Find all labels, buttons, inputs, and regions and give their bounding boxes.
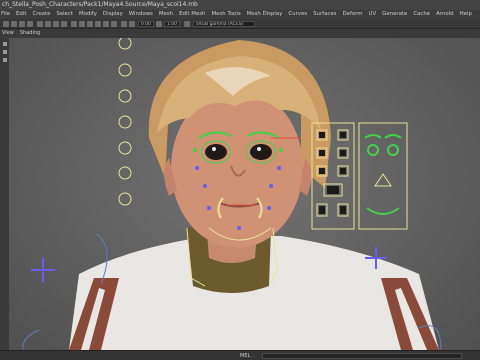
3d-viewport[interactable] [9, 38, 480, 350]
face-panel-brow-icon[interactable] [364, 134, 402, 139]
exposure-field[interactable]: 0.00 [138, 21, 154, 27]
grid-icon[interactable] [37, 21, 43, 27]
menu-edit[interactable]: Edit [16, 10, 26, 19]
gamma-icon[interactable] [156, 21, 162, 27]
menu-surfaces[interactable]: Surfaces [313, 10, 336, 19]
command-language-label[interactable]: MEL [240, 352, 250, 360]
menubar: File Edit Create Select Modify Display W… [0, 10, 480, 19]
menu-mesh-tools[interactable]: Mesh Tools [211, 10, 240, 19]
menu-cache[interactable]: Cache [413, 10, 430, 19]
menu-deform[interactable]: Deform [342, 10, 362, 19]
gamma-field[interactable]: 1.00 [164, 21, 180, 27]
menu-select[interactable]: Select [56, 10, 73, 19]
face-panel-slider[interactable] [319, 150, 325, 156]
face-panel-slider[interactable] [319, 168, 325, 174]
face-panel-nose-icon[interactable] [374, 173, 392, 187]
control-circle[interactable] [118, 141, 132, 155]
menu-uv[interactable]: UV [369, 10, 377, 19]
face-control-dot[interactable] [277, 166, 281, 170]
face-control-panel-details [319, 132, 402, 214]
view-transform-field[interactable]: sRGB gamma (ACES) [193, 21, 255, 27]
smooth-shade-icon[interactable] [79, 21, 85, 27]
face-control-dot[interactable] [237, 226, 241, 230]
menu-modify[interactable]: Modify [79, 10, 97, 19]
face-control-dot[interactable] [269, 184, 273, 188]
wireframe-icon[interactable] [71, 21, 77, 27]
shadows-icon[interactable] [111, 21, 117, 27]
face-control-dot[interactable] [203, 184, 207, 188]
menu-create[interactable]: Create [32, 10, 50, 19]
resolution-gate-icon[interactable] [53, 21, 59, 27]
locator-left-icon[interactable] [31, 258, 55, 282]
control-circle[interactable] [118, 38, 132, 50]
eye-right [250, 144, 272, 160]
bookmark-icon[interactable] [19, 21, 25, 27]
panel-menu-view[interactable]: View [2, 29, 14, 38]
control-circle[interactable] [118, 89, 132, 103]
tool-sidebar [0, 38, 9, 350]
xray-icon[interactable] [121, 21, 127, 27]
film-gate-icon[interactable] [45, 21, 51, 27]
gate-mask-icon[interactable] [61, 21, 67, 27]
face-panel-slider[interactable] [340, 168, 346, 174]
menu-windows[interactable]: Windows [129, 10, 153, 19]
face-control-dot[interactable] [207, 206, 211, 210]
image-plane-icon[interactable] [27, 21, 33, 27]
control-circle[interactable] [118, 115, 132, 129]
face-control-dot[interactable] [279, 148, 283, 152]
eye-left [205, 144, 227, 160]
left-control-column [118, 38, 132, 206]
menu-file[interactable]: File [1, 10, 10, 19]
shoulder-control-curve[interactable] [22, 329, 40, 350]
color-management-icon[interactable] [184, 21, 190, 27]
select-camera-icon[interactable] [3, 21, 9, 27]
face-panel-eye-icon[interactable] [367, 144, 379, 156]
textured-icon[interactable] [95, 21, 101, 27]
menu-curves[interactable]: Curves [288, 10, 307, 19]
menu-edit-mesh[interactable]: Edit Mesh [179, 10, 205, 19]
face-panel-slider[interactable] [319, 132, 325, 138]
face-panel-slider[interactable] [319, 206, 325, 214]
face-control-dot[interactable] [267, 206, 271, 210]
menu-arnold[interactable]: Arnold [436, 10, 453, 19]
control-circle[interactable] [118, 63, 132, 77]
menu-display[interactable]: Display [103, 10, 123, 19]
control-circle[interactable] [118, 192, 132, 206]
eye-highlight [212, 147, 216, 151]
viewport-scene [22, 38, 442, 350]
face-panel-eye-icon[interactable] [387, 144, 399, 156]
control-circle[interactable] [118, 166, 132, 180]
face-panel-mouth-icon[interactable] [366, 207, 400, 215]
menu-mesh-display[interactable]: Mesh Display [247, 10, 283, 19]
lighting-icon[interactable] [103, 21, 109, 27]
panel-menu-shading[interactable]: Shading [20, 29, 40, 38]
select-tool-icon[interactable] [3, 42, 7, 46]
window-title: ch_Stella_Posh_Characters/Pack1/Maya4.So… [0, 0, 480, 10]
face-panel-slider[interactable] [327, 186, 339, 194]
face-control-dot[interactable] [193, 148, 197, 152]
command-line: MEL [0, 350, 480, 360]
panel-menubar: View Shading [0, 29, 480, 38]
face-panel-slider[interactable] [340, 132, 346, 138]
face-panel-slider[interactable] [340, 206, 346, 214]
camera-attributes-icon[interactable] [11, 21, 17, 27]
isolate-icon[interactable] [129, 21, 135, 27]
face-panel-slider[interactable] [340, 150, 346, 156]
panel-toolbar: 0.00 1.00 sRGB gamma (ACES) [0, 19, 480, 29]
menu-mesh[interactable]: Mesh [159, 10, 173, 19]
menu-generate[interactable]: Generate [382, 10, 407, 19]
command-input[interactable] [262, 353, 462, 359]
wireframe-on-shaded-icon[interactable] [87, 21, 93, 27]
lasso-tool-icon[interactable] [3, 50, 7, 54]
face-control-dot[interactable] [195, 166, 199, 170]
move-tool-icon[interactable] [3, 58, 7, 62]
menu-help[interactable]: Help [460, 10, 472, 19]
eye-highlight [257, 147, 261, 151]
